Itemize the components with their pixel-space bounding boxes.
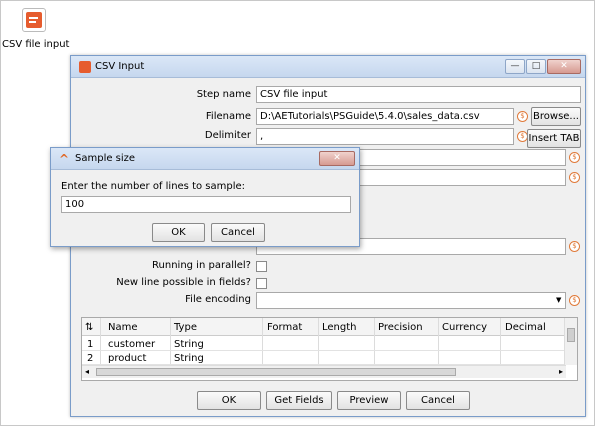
delimiter-label: Delimiter <box>204 130 251 141</box>
fields-table[interactable]: ⇅ # Name Type Format Length Precision Cu… <box>81 317 578 381</box>
delimiter-input[interactable]: , <box>256 128 514 145</box>
step-name-label: Step name <box>196 89 251 100</box>
dialog-title: Sample size <box>75 153 136 164</box>
variable-icon: $ <box>517 111 528 122</box>
horizontal-scrollbar[interactable]: ◂ ▸ <box>82 365 566 378</box>
sample-size-dialog: ^ Sample size ✕ Enter the number of line… <box>50 147 360 247</box>
scroll-thumb[interactable] <box>567 328 575 342</box>
step-caption: CSV file input <box>2 39 70 50</box>
preview-button[interactable]: Preview <box>337 391 401 410</box>
row-number: 1 <box>87 339 94 350</box>
dialog-ok-button[interactable]: OK <box>152 223 205 242</box>
sample-prompt: Enter the number of lines to sample: <box>61 181 246 192</box>
csv-glyph-icon <box>26 12 42 28</box>
column-header[interactable]: Type <box>174 322 197 333</box>
table-cell[interactable]: String <box>174 353 204 364</box>
scroll-thumb[interactable] <box>96 368 456 376</box>
column-header[interactable]: Length <box>322 322 357 333</box>
table-cell[interactable]: String <box>174 339 204 350</box>
window-titlebar[interactable]: CSV Input — □ ✕ <box>71 56 585 78</box>
vertical-scrollbar[interactable] <box>564 318 577 365</box>
cancel-button[interactable]: Cancel <box>406 391 470 410</box>
dialog-titlebar[interactable]: ^ Sample size ✕ <box>51 148 359 170</box>
pentaho-logo-icon: ^ <box>59 152 70 166</box>
variable-icon: $ <box>569 241 580 252</box>
dialog-close-button[interactable]: ✕ <box>319 151 355 166</box>
csv-title-icon <box>79 61 91 73</box>
filename-label: Filename <box>205 111 251 122</box>
file-encoding-label: File encoding <box>185 294 251 305</box>
maximize-button[interactable]: □ <box>526 59 546 74</box>
variable-icon: $ <box>569 172 580 183</box>
variable-icon: $ <box>569 295 580 306</box>
column-header[interactable]: Format <box>267 322 302 333</box>
column-header[interactable]: Decimal <box>505 322 546 333</box>
scroll-left-icon[interactable]: ◂ <box>85 367 89 376</box>
insert-tab-button[interactable]: Insert TAB <box>527 129 581 148</box>
window-title: CSV Input <box>95 61 145 72</box>
table-cell[interactable]: product <box>108 353 146 364</box>
table-cell[interactable]: customer <box>108 339 155 350</box>
ok-button[interactable]: OK <box>197 391 261 410</box>
running-parallel-checkbox[interactable] <box>256 261 267 272</box>
scroll-right-icon[interactable]: ▸ <box>559 367 563 376</box>
variable-icon: $ <box>569 152 580 163</box>
dialog-cancel-button[interactable]: Cancel <box>211 223 265 242</box>
step-name-input[interactable]: CSV file input <box>256 86 581 103</box>
column-header[interactable]: Currency <box>442 322 487 333</box>
get-fields-button[interactable]: Get Fields <box>266 391 332 410</box>
browse-button[interactable]: Browse... <box>531 107 581 126</box>
column-header[interactable]: Precision <box>378 322 423 333</box>
file-encoding-select[interactable] <box>256 292 566 309</box>
chevron-down-icon: ▼ <box>556 296 562 304</box>
row-number: 2 <box>87 353 94 364</box>
close-button[interactable]: ✕ <box>547 59 581 74</box>
minimize-button[interactable]: — <box>505 59 525 74</box>
filename-input[interactable]: D:\AETutorials\PSGuide\5.4.0\sales_data.… <box>256 108 514 125</box>
csv-step-icon[interactable] <box>22 8 46 32</box>
new-line-checkbox[interactable] <box>256 278 267 289</box>
sample-size-input[interactable]: 100 <box>61 196 351 213</box>
column-header: # <box>87 322 95 333</box>
running-parallel-label: Running in parallel? <box>152 260 251 271</box>
column-header[interactable]: Name <box>108 322 138 333</box>
new-line-label: New line possible in fields? <box>116 277 251 288</box>
